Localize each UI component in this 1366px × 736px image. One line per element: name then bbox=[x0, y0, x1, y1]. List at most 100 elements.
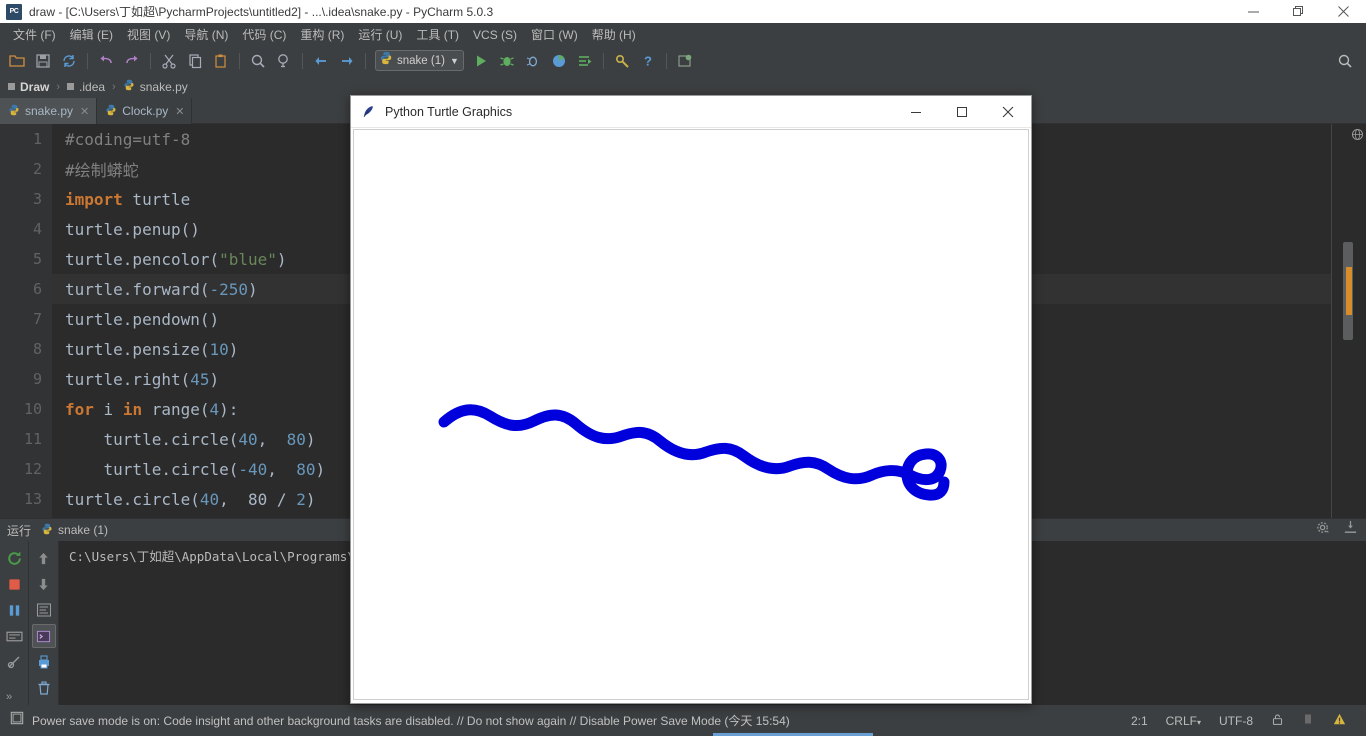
menu-edit[interactable]: 编辑 (E) bbox=[63, 24, 120, 45]
copy-icon[interactable] bbox=[184, 50, 206, 72]
run-configuration-selector[interactable]: snake (1) ▼ bbox=[375, 50, 464, 71]
maximize-button[interactable] bbox=[1276, 0, 1321, 23]
toolbar-separator bbox=[365, 52, 366, 69]
line-separator[interactable]: CRLF▾ bbox=[1166, 714, 1201, 728]
menu-navigate[interactable]: 导航 (N) bbox=[177, 24, 235, 45]
rerun-icon[interactable] bbox=[2, 546, 26, 570]
scroll-down-icon[interactable] bbox=[32, 572, 56, 596]
python-file-icon bbox=[379, 51, 393, 70]
line-number: 13 bbox=[23, 490, 42, 508]
code-token: turtle.pencolor( bbox=[65, 249, 220, 269]
minimize-button[interactable] bbox=[1231, 0, 1276, 23]
turtle-window-controls bbox=[893, 96, 1031, 128]
run-with-console-icon[interactable] bbox=[574, 50, 596, 72]
line-number: 11 bbox=[23, 430, 42, 448]
pin-icon[interactable] bbox=[2, 650, 26, 674]
stop-icon[interactable] bbox=[2, 572, 26, 596]
project-square-icon bbox=[8, 83, 15, 90]
menu-vcs[interactable]: VCS (S) bbox=[466, 26, 524, 44]
help-icon[interactable]: ? bbox=[637, 50, 659, 72]
status-message[interactable]: Power save mode is on: Code insight and … bbox=[32, 712, 790, 729]
unlock-icon[interactable] bbox=[1271, 713, 1284, 729]
debug-coverage-icon[interactable] bbox=[522, 50, 544, 72]
expand-status-icon[interactable]: » bbox=[6, 691, 12, 703]
hide-icon[interactable] bbox=[1343, 520, 1358, 540]
pause-icon[interactable] bbox=[2, 598, 26, 622]
settings-icon[interactable] bbox=[611, 50, 633, 72]
chevron-down-icon: ▾ bbox=[1196, 717, 1201, 727]
encoding-indicator[interactable]: UTF-8 bbox=[1219, 714, 1253, 728]
tab-close-icon[interactable]: ✕ bbox=[175, 105, 184, 118]
breadcrumb-project[interactable]: Draw bbox=[8, 80, 49, 94]
code-token: -250 bbox=[209, 279, 249, 299]
find-icon[interactable] bbox=[247, 50, 269, 72]
menu-help[interactable]: 帮助 (H) bbox=[585, 24, 643, 45]
notification-warning-icon[interactable] bbox=[1332, 712, 1347, 730]
tab-close-icon[interactable]: ✕ bbox=[80, 105, 89, 118]
breadcrumb-file[interactable]: snake.py bbox=[123, 79, 188, 94]
run-actions-column-2 bbox=[29, 541, 59, 706]
trash-icon[interactable] bbox=[32, 676, 56, 700]
run-tab-snake[interactable]: snake (1) bbox=[41, 523, 108, 538]
memory-icon[interactable] bbox=[1302, 712, 1314, 729]
scroll-up-icon[interactable] bbox=[32, 546, 56, 570]
code-token: turtle bbox=[122, 189, 191, 209]
save-all-icon[interactable] bbox=[32, 50, 54, 72]
close-button[interactable] bbox=[1321, 0, 1366, 23]
status-bar: » Power save mode is on: Code insight an… bbox=[0, 691, 1366, 736]
print-icon[interactable] bbox=[32, 650, 56, 674]
code-token: turtle.penup() bbox=[65, 219, 200, 239]
tab-clock-py[interactable]: Clock.py ✕ bbox=[97, 98, 193, 124]
code-token: for bbox=[65, 399, 94, 419]
turtle-minimize-button[interactable] bbox=[893, 96, 939, 128]
tab-snake-py[interactable]: snake.py ✕ bbox=[0, 98, 98, 124]
code-token: 4 bbox=[209, 399, 220, 419]
menu-view[interactable]: 视图 (V) bbox=[120, 24, 177, 45]
sync-icon[interactable] bbox=[58, 50, 80, 72]
undo-icon[interactable] bbox=[95, 50, 117, 72]
open-folder-icon[interactable] bbox=[6, 50, 28, 72]
breadcrumb-project-label: Draw bbox=[20, 79, 50, 94]
turtle-canvas[interactable] bbox=[353, 129, 1029, 700]
chevron-down-icon[interactable]: ▼ bbox=[450, 56, 459, 66]
paste-icon[interactable] bbox=[210, 50, 232, 72]
turtle-window-title: Python Turtle Graphics bbox=[385, 104, 513, 119]
cut-icon[interactable] bbox=[158, 50, 180, 72]
code-token: in bbox=[122, 399, 143, 419]
breadcrumb-idea[interactable]: .idea bbox=[67, 80, 105, 94]
caret-position[interactable]: 2:1 bbox=[1131, 714, 1148, 728]
run-window-title: 运行 bbox=[7, 523, 32, 538]
menu-run[interactable]: 运行 (U) bbox=[351, 24, 409, 45]
menu-file[interactable]: 文件 (F) bbox=[6, 24, 63, 45]
turtle-maximize-button[interactable] bbox=[939, 96, 985, 128]
run-tab-label: snake (1) bbox=[58, 523, 109, 537]
back-icon[interactable] bbox=[310, 50, 332, 72]
replace-icon[interactable] bbox=[273, 50, 295, 72]
run-actions-column-1 bbox=[0, 541, 29, 706]
redo-icon[interactable] bbox=[121, 50, 143, 72]
breadcrumb-separator: › bbox=[112, 80, 116, 93]
keyboard-icon[interactable] bbox=[2, 624, 26, 648]
forward-icon[interactable] bbox=[336, 50, 358, 72]
turtle-graphics-window[interactable]: Python Turtle Graphics bbox=[350, 95, 1032, 704]
python-file-icon bbox=[8, 104, 20, 119]
menu-refactor[interactable]: 重构 (R) bbox=[293, 24, 351, 45]
console-icon[interactable] bbox=[31, 624, 56, 648]
sync-project-icon[interactable] bbox=[674, 50, 696, 72]
run-icon[interactable] bbox=[470, 50, 492, 72]
menu-tools[interactable]: 工具 (T) bbox=[409, 24, 466, 45]
layout-icon[interactable] bbox=[10, 711, 24, 730]
code-token: , bbox=[257, 429, 287, 449]
gear-icon[interactable] bbox=[1316, 520, 1331, 540]
menu-window[interactable]: 窗口 (W) bbox=[524, 24, 585, 45]
python-file-icon bbox=[41, 523, 53, 538]
code-token: / bbox=[267, 489, 297, 509]
code-token: turtle.forward( bbox=[65, 279, 210, 299]
debug-icon[interactable] bbox=[496, 50, 518, 72]
soft-wrap-icon[interactable] bbox=[32, 598, 56, 622]
profile-icon[interactable] bbox=[548, 50, 570, 72]
editor-scrollbar[interactable] bbox=[1342, 124, 1354, 518]
search-icon[interactable] bbox=[1334, 50, 1356, 72]
turtle-close-button[interactable] bbox=[985, 96, 1031, 128]
menu-code[interactable]: 代码 (C) bbox=[235, 24, 293, 45]
